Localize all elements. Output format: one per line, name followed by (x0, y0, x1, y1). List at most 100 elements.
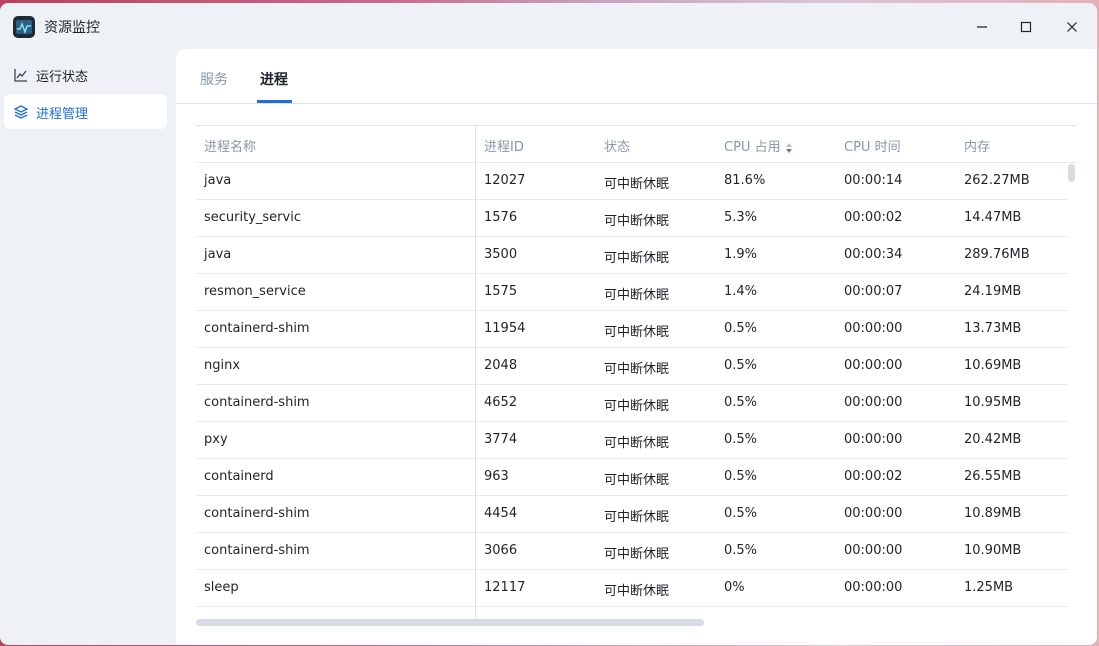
cell-cpu-usage: 0.5% (724, 543, 758, 558)
cell-pid: 12117 (484, 580, 526, 595)
cell-process-name: pxy (204, 432, 228, 447)
cell-cpu-time: 00:00:00 (844, 358, 903, 373)
cell-cpu-usage: 1.4% (724, 284, 758, 299)
cell-process-name: containerd-shim (204, 395, 310, 410)
cell-state: 可中断休眠 (604, 251, 670, 266)
cell-cpu-usage: 0.5% (724, 321, 758, 336)
cell-cpu-usage: 0.5% (724, 432, 758, 447)
cell-state: 可中断休眠 (604, 325, 670, 340)
cell-memory: 289.76MB (964, 247, 1030, 262)
column-header-state[interactable]: 状态 (604, 136, 630, 155)
table-row[interactable]: containerd-shim 3066 可中断休眠 0.5% 00:00:00 10.9… (196, 533, 1068, 570)
sidebar-item-process[interactable]: 进程管理 (4, 94, 167, 129)
cell-memory: 10.95MB (964, 395, 1022, 410)
table-row[interactable]: java 12027 可中断休眠 81.6% 00:00:14 262.27MB (196, 163, 1068, 200)
cell-state: 可中断休眠 (604, 547, 670, 562)
table-body: java 12027 可中断休眠 81.6% 00:00:14 262.27MB secur… (196, 163, 1068, 607)
cell-process-name: sleep (204, 580, 239, 595)
cell-process-name: java (204, 247, 232, 262)
app-window: 资源监控 运行状态 进程管理 服务 进程 进程名称 进程ID 状态 CPU 占用… (0, 3, 1097, 645)
cell-memory: 10.90MB (964, 543, 1022, 558)
close-icon (1067, 22, 1077, 32)
table-row[interactable]: nginx 2048 可中断休眠 0.5% 00:00:00 10.69MB (196, 348, 1068, 385)
column-resizer[interactable] (475, 126, 476, 624)
cell-process-name: containerd (204, 469, 274, 484)
cell-process-name: resmon_service (204, 284, 306, 299)
sidebar-item-status[interactable]: 运行状态 (4, 57, 167, 92)
cell-state: 可中断休眠 (604, 214, 670, 229)
cell-pid: 3774 (484, 432, 518, 447)
cell-pid: 1575 (484, 284, 518, 299)
tab-processes[interactable]: 进程 (260, 69, 288, 89)
close-button[interactable] (1057, 13, 1087, 41)
tab-services[interactable]: 服务 (200, 69, 228, 89)
cell-process-name: containerd-shim (204, 321, 310, 336)
cell-cpu-time: 00:00:34 (844, 247, 903, 262)
resource-monitor-icon (13, 16, 35, 38)
process-table: 进程名称 进程ID 状态 CPU 占用 CPU 时间 内存 java 12027 可… (196, 125, 1076, 624)
cell-cpu-usage: 0.5% (724, 395, 758, 410)
cell-cpu-time: 00:00:00 (844, 395, 903, 410)
table-row[interactable]: java 3500 可中断休眠 1.9% 00:00:34 289.76MB (196, 237, 1068, 274)
cell-state: 可中断休眠 (604, 399, 670, 414)
column-header-name[interactable]: 进程名称 (204, 136, 256, 155)
table-header: 进程名称 进程ID 状态 CPU 占用 CPU 时间 内存 (196, 126, 1076, 163)
cell-cpu-time: 00:00:07 (844, 284, 903, 299)
cell-cpu-time: 00:00:14 (844, 173, 903, 188)
vertical-scrollbar[interactable] (1068, 164, 1075, 182)
sidebar-item-label: 运行状态 (36, 70, 89, 85)
cell-pid: 3500 (484, 247, 518, 262)
cell-memory: 24.19MB (964, 284, 1022, 299)
cell-pid: 1576 (484, 210, 518, 225)
app-title: 资源监控 (44, 20, 100, 36)
cell-memory: 26.55MB (964, 469, 1022, 484)
table-row[interactable]: security_servic 1576 可中断休眠 5.3% 00:00:02 14.4… (196, 200, 1068, 237)
table-row[interactable]: containerd-shim 4454 可中断休眠 0.5% 00:00:00 10.8… (196, 496, 1068, 533)
cell-memory: 1.25MB (964, 580, 1014, 595)
cell-pid: 4454 (484, 506, 518, 521)
cell-memory: 10.89MB (964, 506, 1022, 521)
minimize-icon (977, 26, 987, 28)
title-bar: 资源监控 (0, 3, 1097, 49)
cell-memory: 10.69MB (964, 358, 1022, 373)
cell-memory: 14.47MB (964, 210, 1022, 225)
table-row[interactable]: pxy 3774 可中断休眠 0.5% 00:00:00 20.42MB (196, 422, 1068, 459)
main-content: 服务 进程 进程名称 进程ID 状态 CPU 占用 CPU 时间 内存 java… (176, 49, 1097, 645)
column-header-cpu-usage[interactable]: CPU 占用 (724, 136, 793, 155)
cell-process-name: nginx (204, 358, 241, 373)
line-chart-icon (14, 69, 27, 82)
cell-cpu-usage: 0.5% (724, 506, 758, 521)
horizontal-scrollbar[interactable] (196, 619, 704, 626)
table-row[interactable]: sleep 12117 可中断休眠 0% 00:00:00 1.25MB (196, 570, 1068, 607)
cell-cpu-time: 00:00:02 (844, 210, 903, 225)
layers-icon (14, 105, 28, 119)
cell-process-name: containerd-shim (204, 543, 310, 558)
column-header-cpu-usage-label: CPU 占用 (724, 140, 781, 155)
cell-cpu-usage: 81.6% (724, 173, 766, 188)
table-row[interactable]: containerd 963 可中断休眠 0.5% 00:00:02 26.55MB (196, 459, 1068, 496)
cell-pid: 3066 (484, 543, 518, 558)
cell-state: 可中断休眠 (604, 510, 670, 525)
table-row[interactable]: containerd-shim 4652 可中断休眠 0.5% 00:00:00 10.9… (196, 385, 1068, 422)
cell-process-name: java (204, 173, 232, 188)
cell-cpu-usage: 5.3% (724, 210, 758, 225)
column-header-cpu-time[interactable]: CPU 时间 (844, 136, 901, 155)
cell-cpu-time: 00:00:00 (844, 432, 903, 447)
cell-state: 可中断休眠 (604, 288, 670, 303)
minimize-button[interactable] (967, 13, 997, 41)
cell-cpu-time: 00:00:00 (844, 321, 903, 336)
cell-state: 可中断休眠 (604, 362, 670, 377)
table-row[interactable]: containerd-shim 11954 可中断休眠 0.5% 00:00:00 13.… (196, 311, 1068, 348)
column-header-pid[interactable]: 进程ID (484, 136, 524, 155)
maximize-button[interactable] (1011, 13, 1041, 41)
cell-state: 可中断休眠 (604, 436, 670, 451)
cell-cpu-usage: 0% (724, 580, 745, 595)
maximize-icon (1020, 21, 1032, 33)
cell-process-name: security_servic (204, 210, 301, 225)
cell-state: 可中断休眠 (604, 584, 670, 599)
cell-memory: 262.27MB (964, 173, 1030, 188)
table-row[interactable]: resmon_service 1575 可中断休眠 1.4% 00:00:07 24.19… (196, 274, 1068, 311)
cell-cpu-time: 00:00:00 (844, 543, 903, 558)
column-header-memory[interactable]: 内存 (964, 136, 990, 155)
cell-process-name: containerd-shim (204, 506, 310, 521)
